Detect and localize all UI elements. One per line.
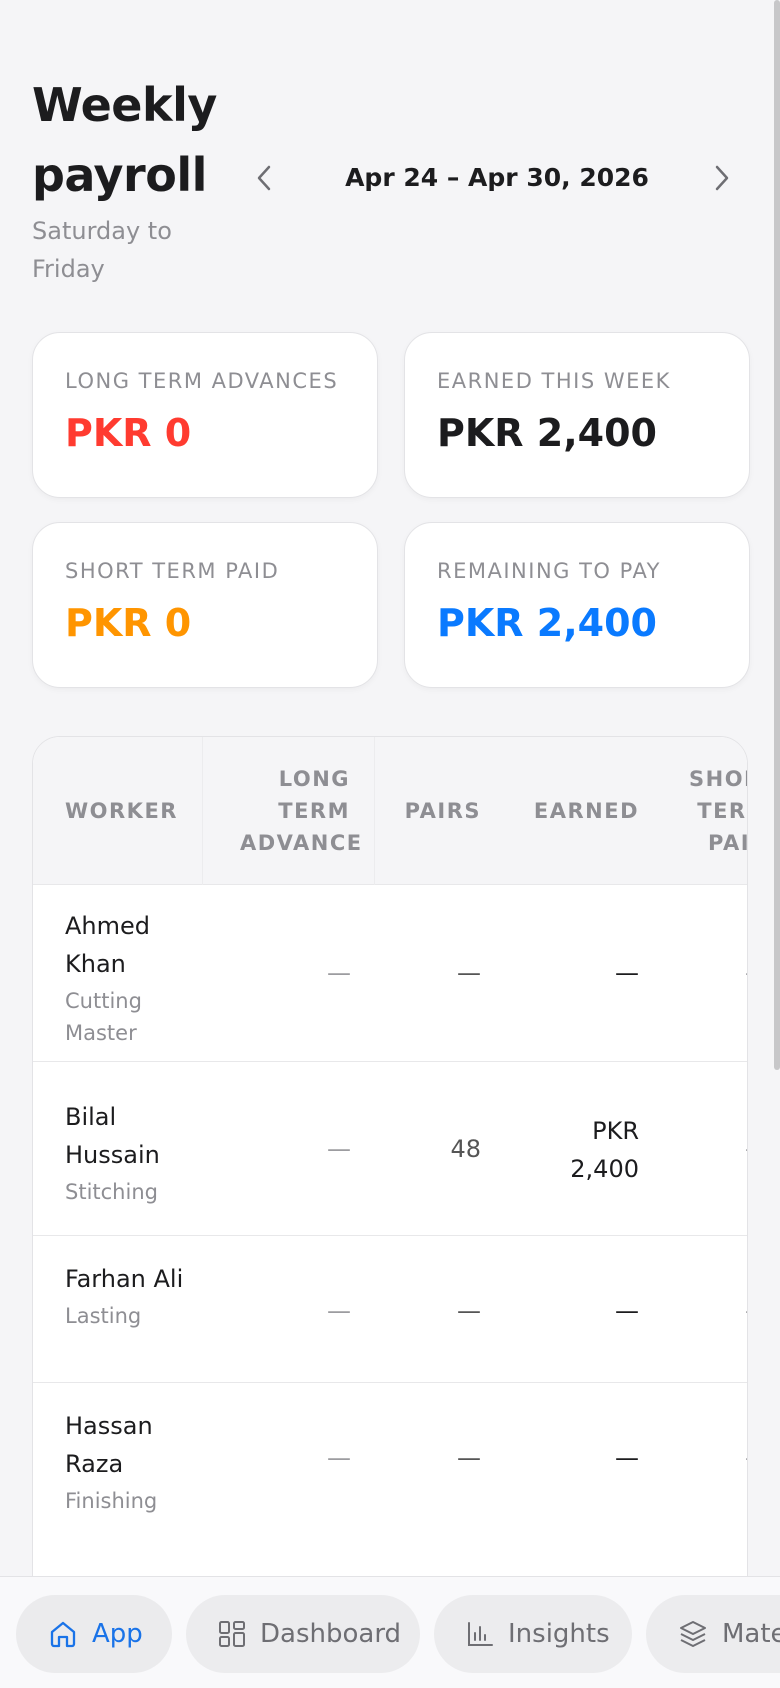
short-term-paid-cell: — <box>663 1130 747 1168</box>
pairs-cell: — <box>457 1297 481 1325</box>
payroll-header: Weekly payroll Saturday to Friday Apr 24… <box>32 70 752 290</box>
column-header-label: SHORT TERM PAID <box>689 767 747 855</box>
scrollbar[interactable] <box>772 0 780 1570</box>
stat-label: EARNED THIS WEEK <box>437 369 671 393</box>
nav-item-materials[interactable]: Materials <box>646 1595 780 1673</box>
chevron-right-icon <box>715 165 729 191</box>
short-term-paid-cell: — <box>663 1292 747 1330</box>
page-subtitle: Saturday to Friday <box>32 217 172 283</box>
stat-value: PKR 2,400 <box>437 601 657 645</box>
chevron-left-icon <box>257 165 271 191</box>
stat-label: SHORT TERM PAID <box>65 559 280 583</box>
worker-role: Stitching <box>65 1180 158 1204</box>
column-header-short-term-paid[interactable]: SHORT TERM PAID <box>663 737 747 885</box>
table-row[interactable]: Bilal Hussain Stitching — 48 PKR 2,400 — <box>33 1062 747 1236</box>
pairs-cell: 48 <box>450 1135 481 1163</box>
pairs-cell: — <box>457 959 481 987</box>
column-header-label: LONG TERM ADVANCE <box>240 767 363 855</box>
worker-role: Finishing <box>65 1489 158 1513</box>
column-header-pairs[interactable]: PAIRS <box>375 737 505 885</box>
next-week-button[interactable] <box>698 154 746 202</box>
table-row[interactable]: Hassan Raza Finishing — — — — <box>33 1383 747 1530</box>
stat-card-long-term-advances: LONG TERM ADVANCES PKR 0 <box>32 332 378 498</box>
long-term-advance-cell: — <box>327 1135 351 1163</box>
nav-item-label: Insights <box>508 1619 610 1649</box>
dashboard-icon <box>219 1621 245 1647</box>
stat-card-earned-this-week: EARNED THIS WEEK PKR 2,400 <box>404 332 750 498</box>
page-title: Weekly payroll <box>32 78 217 202</box>
stat-value: PKR 2,400 <box>437 411 657 455</box>
long-term-advance-cell: — <box>327 1297 351 1325</box>
nav-item-label: Materials <box>722 1619 780 1649</box>
bar-chart-icon <box>468 1622 493 1646</box>
short-term-paid-cell: — <box>663 954 747 992</box>
nav-item-label: App <box>92 1619 143 1649</box>
long-term-advance-cell: — <box>327 959 351 987</box>
table-header: WORKER LONG TERM ADVANCE PAIRS EARNED SH… <box>33 737 747 885</box>
worker-cell: Farhan Ali Lasting <box>65 1260 205 1332</box>
worker-cell: Hassan Raza Finishing <box>65 1407 205 1517</box>
earned-cell: — <box>615 1444 639 1472</box>
earned-cell: PKR 2,400 <box>570 1117 639 1183</box>
worker-cell: Bilal Hussain Stitching <box>65 1098 205 1208</box>
payroll-table[interactable]: WORKER LONG TERM ADVANCE PAIRS EARNED SH… <box>32 736 748 1596</box>
stat-card-short-term-paid: SHORT TERM PAID PKR 0 <box>32 522 378 688</box>
nav-item-app[interactable]: App <box>16 1595 172 1673</box>
worker-name: Bilal Hussain <box>65 1103 160 1169</box>
table-row[interactable]: Ahmed Khan Cutting Master — — — — <box>33 885 747 1062</box>
worker-name: Ahmed Khan <box>65 912 151 978</box>
column-header-worker[interactable]: WORKER <box>33 737 203 885</box>
stat-value: PKR 0 <box>65 411 192 455</box>
earned-cell: — <box>615 1297 639 1325</box>
week-range-label: Apr 24 – Apr 30, 2026 <box>345 163 649 192</box>
layers-icon <box>680 1621 706 1647</box>
column-header-earned[interactable]: EARNED <box>505 737 663 885</box>
worker-role: Cutting Master <box>65 989 142 1045</box>
payroll-screen: Weekly payroll Saturday to Friday Apr 24… <box>0 0 780 1688</box>
worker-cell: Ahmed Khan Cutting Master <box>65 907 205 1049</box>
worker-name: Hassan Raza <box>65 1412 153 1478</box>
table-row[interactable]: Farhan Ali Lasting — — — — <box>33 1236 747 1383</box>
pairs-cell: — <box>457 1444 481 1472</box>
stat-label: REMAINING TO PAY <box>437 559 662 583</box>
stat-card-remaining-to-pay: REMAINING TO PAY PKR 2,400 <box>404 522 750 688</box>
home-icon <box>50 1621 76 1648</box>
stat-value: PKR 0 <box>65 601 192 645</box>
bottom-navigation: App Dashboard Insights Materials <box>0 1576 780 1688</box>
nav-item-insights[interactable]: Insights <box>434 1595 632 1673</box>
stat-label: LONG TERM ADVANCES <box>65 369 339 393</box>
worker-role: Lasting <box>65 1304 142 1328</box>
long-term-advance-cell: — <box>327 1444 351 1472</box>
nav-item-label: Dashboard <box>260 1619 402 1649</box>
short-term-paid-cell: — <box>663 1439 747 1477</box>
earned-cell: — <box>615 959 639 987</box>
nav-item-dashboard[interactable]: Dashboard <box>186 1595 420 1673</box>
scrollbar-thumb[interactable] <box>774 0 780 1070</box>
column-header-long-term-advance[interactable]: LONG TERM ADVANCE <box>203 737 375 885</box>
worker-name: Farhan Ali <box>65 1265 184 1293</box>
previous-week-button[interactable] <box>240 154 288 202</box>
